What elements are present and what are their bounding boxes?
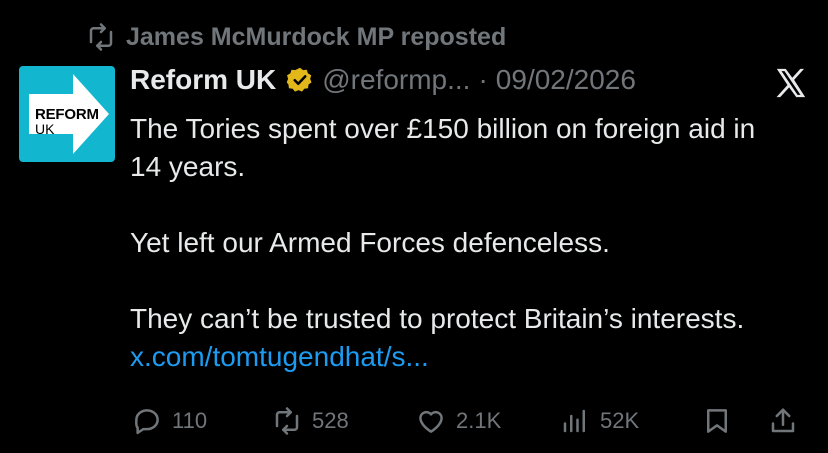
- tweet-paragraph-text: They can’t be trusted to protect Britain…: [130, 303, 745, 334]
- like-button[interactable]: 2.1K: [416, 406, 501, 436]
- tweet-link[interactable]: x.com/tomtugendhat/s...: [130, 341, 429, 372]
- views-button[interactable]: 52K: [560, 406, 639, 436]
- repost-indicator[interactable]: James McMurdock MP reposted: [86, 22, 506, 52]
- like-count: 2.1K: [456, 408, 502, 433]
- repost-count: 528: [312, 408, 349, 433]
- avatar[interactable]: REFORM UK: [19, 66, 115, 162]
- tweet-body: The Tories spent over £150 billion on fo…: [130, 110, 790, 376]
- repost-button[interactable]: 528: [272, 406, 349, 436]
- heart-icon: [419, 410, 443, 433]
- action-bar: 110 528 2.1K 52K: [132, 406, 812, 446]
- share-button[interactable]: [768, 406, 798, 436]
- repost-icon: [275, 407, 299, 435]
- tweet-header: Reform UK @reformp... · 09/02/2026: [130, 64, 636, 96]
- bookmark-icon: [707, 409, 727, 433]
- tweet-paragraph: Yet left our Armed Forces defenceless.: [130, 227, 610, 258]
- bookmark-button[interactable]: [702, 406, 732, 436]
- separator-dot: ·: [478, 64, 488, 95]
- views-chart-icon: [563, 409, 585, 433]
- repost-label: James McMurdock MP reposted: [126, 22, 507, 51]
- share-icon: [771, 408, 795, 433]
- views-count: 52K: [600, 408, 640, 433]
- tweet-paragraph: They can’t be trusted to protect Britain…: [130, 300, 790, 376]
- reply-button[interactable]: 110: [132, 406, 207, 436]
- author-handle[interactable]: @reformp...: [322, 64, 470, 96]
- tweet-paragraph: The Tories spent over £150 billion on fo…: [130, 113, 756, 182]
- reply-icon: [134, 409, 159, 435]
- post-date[interactable]: 09/02/2026: [496, 64, 636, 96]
- repost-icon: [89, 23, 113, 51]
- x-logo-icon: [776, 68, 806, 98]
- verified-badge-icon[interactable]: [286, 66, 314, 94]
- reply-count: 110: [172, 408, 208, 433]
- author-name[interactable]: Reform UK: [130, 64, 276, 96]
- avatar-logo-subtext: UK: [35, 121, 55, 137]
